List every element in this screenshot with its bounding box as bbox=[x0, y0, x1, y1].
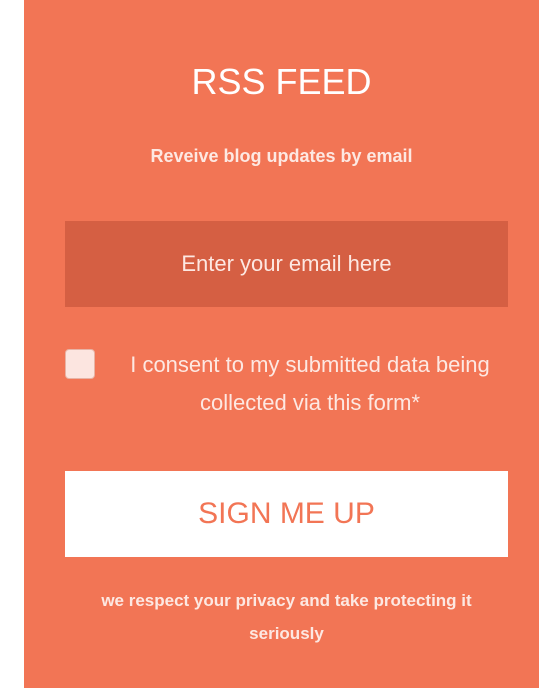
panel-title: RSS FEED bbox=[191, 61, 372, 102]
consent-checkbox[interactable] bbox=[65, 349, 95, 379]
consent-row: I consent to my submitted data being col… bbox=[65, 346, 515, 426]
privacy-notice: we respect your privacy and take protect… bbox=[101, 591, 472, 643]
consent-label: I consent to my submitted data being col… bbox=[130, 352, 490, 415]
rss-signup-panel: RSS FEED Reveive blog updates by email I… bbox=[24, 0, 539, 688]
email-input[interactable] bbox=[65, 221, 508, 307]
sign-up-button[interactable]: SIGN ME UP bbox=[65, 471, 508, 557]
panel-subtitle: Reveive blog updates by email bbox=[150, 146, 413, 166]
